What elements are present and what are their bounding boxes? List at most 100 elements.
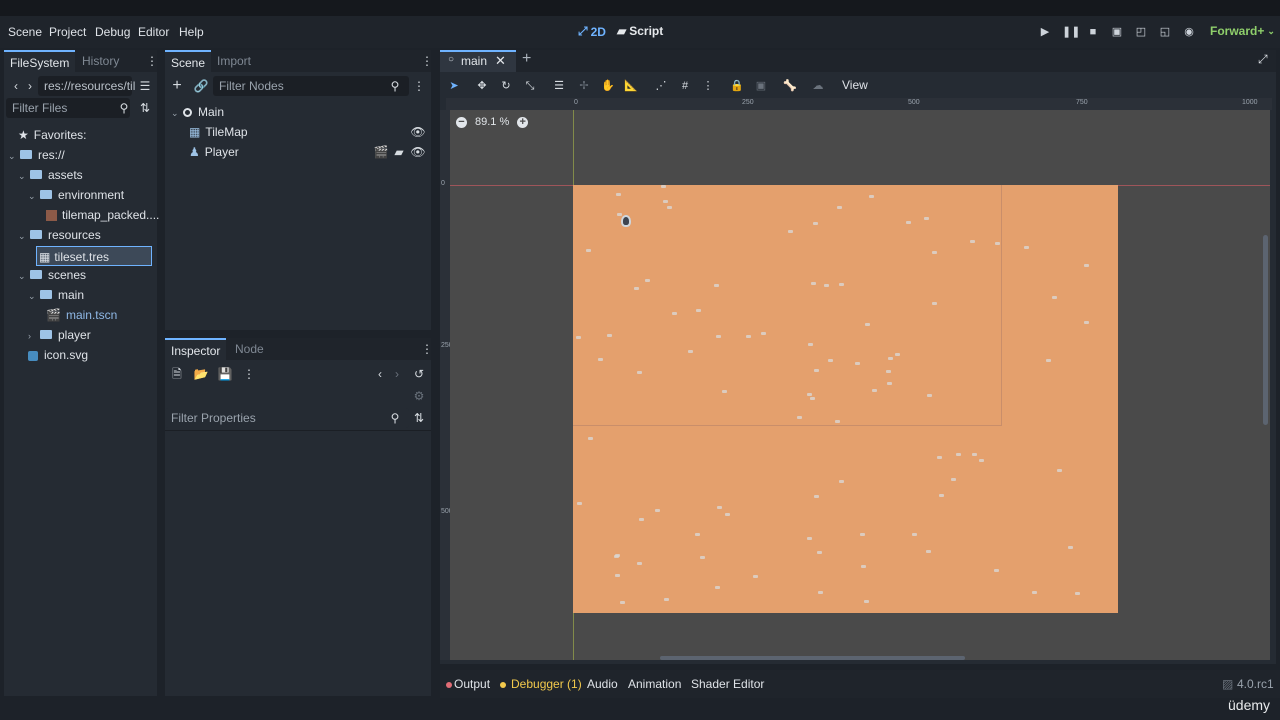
save-icon[interactable]: 💾	[217, 366, 233, 382]
path-field[interactable]: res://resources/til	[38, 76, 135, 96]
group-icon[interactable]: ▣	[753, 78, 769, 94]
smart-snap-icon[interactable]: ⋰	[653, 78, 669, 94]
tree-item-main-tscn[interactable]: 🎬 main.tscn	[46, 305, 117, 325]
tree-item-scenes[interactable]: ⌄ scenes	[18, 265, 86, 285]
visibility-eye-icon[interactable]: 👁	[410, 124, 426, 140]
tree-item-res[interactable]: ⌄ res://	[8, 145, 65, 165]
menu-project[interactable]: Project	[49, 25, 86, 39]
tree-item-icon-svg[interactable]: icon.svg	[28, 345, 88, 365]
ruler-tool-icon[interactable]: 📐	[623, 78, 639, 94]
menu-dots-icon[interactable]: ⋮	[144, 53, 160, 69]
filter-properties-input[interactable]: Filter Properties	[165, 408, 409, 428]
node-tilemap[interactable]: ▦ TileMap	[189, 122, 248, 142]
pivot-tool-icon[interactable]: ✢	[576, 78, 592, 94]
menu-dots-icon[interactable]: ⋮	[411, 78, 427, 94]
tile-decoration	[616, 193, 621, 196]
split-view-icon[interactable]: ☰	[137, 78, 153, 94]
sort-icon[interactable]: ⇅	[411, 410, 427, 426]
move-tool-icon[interactable]: ✥	[474, 78, 490, 94]
tab-shader-editor[interactable]: Shader Editor	[691, 677, 764, 691]
lock-icon[interactable]: 🔒	[729, 78, 745, 94]
menu-dots-icon[interactable]: ⋮	[419, 341, 435, 357]
menu-dots-icon[interactable]: ⋮	[241, 366, 257, 382]
play-custom-scene-icon[interactable]: ◱	[1158, 25, 1172, 39]
tile-decoration	[970, 240, 975, 243]
open-scene-icon[interactable]: 🎬	[373, 144, 389, 160]
select-tool-icon[interactable]: ➤	[446, 78, 462, 94]
tab-import[interactable]: Import	[211, 50, 257, 72]
menu-help[interactable]: Help	[179, 25, 204, 39]
menu-scene[interactable]: Scene	[8, 25, 42, 39]
zoom-out-icon[interactable]: −	[456, 116, 467, 128]
tab-animation[interactable]: Animation	[628, 677, 681, 691]
player-sprite[interactable]	[621, 215, 631, 227]
warning-dot-icon	[500, 681, 506, 688]
tree-item-tileset[interactable]: ▦ tileset.tres	[36, 246, 152, 266]
scene-tab-main[interactable]: ○ main ✕	[440, 50, 516, 72]
open-folder-icon[interactable]: 📂	[193, 366, 209, 382]
filter-nodes-input[interactable]: Filter Nodes	[213, 76, 409, 96]
zoom-level[interactable]: 89.1 %	[475, 116, 509, 128]
pan-tool-icon[interactable]: ✋	[600, 78, 616, 94]
view-menu[interactable]: View	[842, 78, 868, 92]
renderer-select[interactable]: Forward+ ⌄	[1210, 24, 1275, 38]
tree-item-assets[interactable]: ⌄ assets	[18, 165, 83, 185]
vertical-scrollbar[interactable]	[1263, 235, 1268, 425]
history-icon[interactable]: ↺	[411, 366, 427, 382]
zoom-in-icon[interactable]: +	[517, 116, 529, 128]
tree-item-resources[interactable]: ⌄ resources	[18, 225, 101, 245]
node-player[interactable]: ♟ Player	[189, 142, 239, 162]
visibility-eye-icon[interactable]: 👁	[410, 144, 426, 160]
tab-audio[interactable]: Audio	[587, 677, 618, 691]
tree-item-player-folder[interactable]: › player	[28, 325, 91, 345]
menu-debug[interactable]: Debug	[95, 25, 130, 39]
distraction-free-icon[interactable]: ⤢	[1258, 52, 1268, 67]
forward-arrow-icon[interactable]: ›	[22, 78, 38, 94]
tab-debugger[interactable]: Debugger (1)	[500, 677, 582, 691]
tab-filesystem[interactable]: FileSystem	[4, 50, 76, 72]
menu-dots-icon[interactable]: ⋮	[700, 78, 716, 94]
object-properties-icon[interactable]: ⚙	[411, 388, 427, 404]
tile-decoration	[655, 509, 660, 512]
scale-tool-icon[interactable]: ⤡	[522, 78, 538, 94]
tab-scene[interactable]: Scene	[165, 50, 212, 72]
list-select-icon[interactable]: ☰	[551, 78, 567, 94]
sort-icon[interactable]: ⇅	[137, 100, 153, 116]
new-resource-icon[interactable]: 🗎	[169, 366, 185, 382]
tree-item-main-folder[interactable]: ⌄ main	[28, 285, 84, 305]
link-icon[interactable]: 🔗	[193, 78, 209, 94]
tab-output[interactable]: Output	[446, 677, 490, 691]
camera-override-icon[interactable]: ☁	[810, 78, 826, 94]
stop-icon[interactable]: ■	[1086, 25, 1100, 39]
remote-debug-icon[interactable]: ▣	[1110, 25, 1124, 39]
tile-decoration	[808, 343, 813, 346]
menu-editor[interactable]: Editor	[138, 25, 169, 39]
new-tab-icon[interactable]: +	[522, 50, 531, 68]
history-back-icon[interactable]: ‹	[372, 366, 388, 382]
favorites-row[interactable]: ★ Favorites:	[18, 125, 86, 145]
tab-inspector[interactable]: Inspector	[165, 338, 227, 360]
add-node-icon[interactable]: +	[169, 78, 185, 94]
tree-item-tilemap-png[interactable]: tilemap_packed....	[46, 205, 159, 225]
grid-snap-icon[interactable]: #	[677, 78, 693, 94]
script-icon[interactable]: ▰	[391, 144, 407, 160]
rotate-tool-icon[interactable]: ↻	[498, 78, 514, 94]
filter-files-input[interactable]: Filter Files	[6, 98, 130, 118]
tab-node[interactable]: Node	[229, 338, 270, 360]
workspace-2d[interactable]: ⤢ 2D	[578, 24, 606, 39]
pause-icon[interactable]: ❚❚	[1062, 25, 1080, 39]
node-main[interactable]: ⌄ Main	[171, 102, 224, 122]
play-scene-icon[interactable]: ◰	[1134, 25, 1148, 39]
history-forward-icon[interactable]: ›	[389, 366, 405, 382]
tab-history[interactable]: History	[76, 50, 125, 72]
workspace-script[interactable]: ▰ Script	[617, 24, 663, 38]
play-icon[interactable]: ▶	[1038, 25, 1052, 39]
bone-icon[interactable]: 🦴	[782, 78, 798, 94]
chevron-down-icon: ⌄	[1267, 25, 1275, 36]
horizontal-scrollbar[interactable]	[660, 656, 965, 660]
close-icon[interactable]: ✕	[495, 53, 506, 69]
tree-item-environment[interactable]: ⌄ environment	[28, 185, 124, 205]
tilemap-ground[interactable]	[573, 185, 1118, 613]
menu-dots-icon[interactable]: ⋮	[419, 53, 435, 69]
movie-maker-icon[interactable]: ◉	[1182, 25, 1196, 39]
